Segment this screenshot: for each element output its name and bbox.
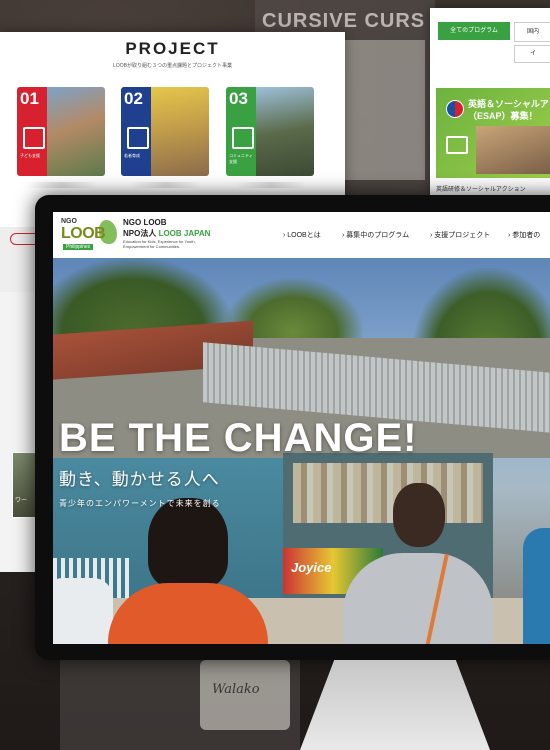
org-name-npo: NPO法人 LOOB JAPAN: [123, 228, 210, 239]
project-page-sidebar: [0, 292, 40, 572]
main-site-screen: NGO LOOB Philippines NGO LOOB NPO法人 LOOB…: [53, 212, 550, 644]
nav-participants[interactable]: › 参加者の: [508, 230, 540, 240]
esap-program-card[interactable]: 英語＆ソーシャルア （ESAP）募集！: [436, 88, 550, 178]
program-page-screenshot: 全てのプログラム 国内 イ 英語＆ソーシャルア （ESAP）募集！ 英語研修＆ソ…: [430, 8, 550, 198]
tab-domestic[interactable]: 国内: [514, 22, 550, 42]
hero-caption: 青少年のエンパワーメントで未来を創る: [59, 499, 221, 508]
hero-photo-shirt: [108, 583, 268, 644]
project-card-number: 03: [229, 89, 248, 108]
project-card-label: 子ども支援: [20, 153, 40, 158]
background-board-text: CURSIVE CURS: [262, 10, 426, 32]
hero-subheadline: 動き、動かせる人へ: [59, 470, 220, 489]
site-tagline: Education for Kids, Experience for Youth…: [123, 239, 196, 249]
logo-loob: LOOB: [61, 225, 106, 242]
esap-footer-text: 英語研修＆ソーシャルアクション: [436, 187, 526, 193]
logo-country: Philippines: [63, 244, 94, 250]
project-card-label: コミュニティ支援: [229, 153, 253, 164]
org-name-ngo: NGO LOOB: [123, 218, 167, 227]
tab-all-programs[interactable]: 全てのプログラム: [438, 22, 510, 40]
project-card-photo: [47, 87, 105, 176]
divider: [27, 182, 97, 188]
project-thumbnail-label: ワー: [15, 498, 28, 504]
project-card-02[interactable]: 02 若者育成: [121, 87, 209, 176]
project-page-lower: [0, 227, 42, 292]
nav-about[interactable]: › LOOBとは: [283, 230, 321, 240]
project-card-photo: [151, 87, 209, 176]
esap-title-line1: 英語＆ソーシャルア: [468, 99, 549, 109]
esap-title-line2: （ESAP）募集！: [468, 111, 538, 121]
philippines-flag-icon: [446, 100, 464, 118]
site-logo[interactable]: NGO LOOB Philippines: [61, 218, 117, 251]
project-card-label: 若者育成: [124, 153, 140, 158]
project-subtitle: LOOBが取り組む３つの重点課題とプロジェクト事業: [113, 63, 232, 69]
org-name-npo-prefix: NPO法人: [123, 229, 159, 238]
divider: [236, 182, 306, 188]
hero-headline: BE THE CHANGE!: [59, 416, 418, 460]
hero-photo-person: [343, 483, 493, 644]
project-card-01[interactable]: 01 子ども支援: [17, 87, 105, 176]
nav-projects[interactable]: › 支援プロジェクト: [430, 230, 490, 240]
tab-other[interactable]: イ: [514, 45, 550, 63]
background-whiteboard: [335, 40, 425, 180]
hero-photo-car: [53, 578, 113, 644]
project-card-badge: 03 コミュニティ支援: [226, 87, 256, 176]
site-header: NGO LOOB Philippines NGO LOOB NPO法人 LOOB…: [53, 212, 550, 258]
hero-photo-hair: [148, 498, 228, 588]
handshake-icon: [446, 136, 468, 154]
project-card-number: 01: [20, 89, 39, 108]
esap-title: 英語＆ソーシャルア （ESAP）募集！: [468, 98, 549, 122]
project-title: PROJECT: [125, 39, 220, 58]
project-card-badge: 02 若者育成: [121, 87, 151, 176]
hero-photo-head: [393, 483, 445, 547]
hero-section: Joyice BE THE CHANGE! 動き、動かせる人へ 青少年のエンパワ…: [53, 258, 550, 644]
community-icon: [232, 127, 254, 149]
logo-ngo: NGO: [61, 218, 77, 225]
project-card-number: 02: [124, 89, 143, 108]
project-card-badge: 01 子ども支援: [17, 87, 47, 176]
org-name-npo-japan: LOOB JAPAN: [158, 229, 211, 238]
hero-photo-person: [523, 528, 550, 644]
kids-icon: [23, 127, 45, 149]
background-sign-text: Walako: [212, 682, 260, 697]
esap-photo: [476, 126, 550, 174]
project-card-photo: [256, 87, 314, 176]
hero-photo-person: [108, 498, 268, 644]
hero-photo-shirt: [343, 553, 493, 644]
handshake-icon: [127, 127, 149, 149]
divider: [131, 182, 201, 188]
nav-programs[interactable]: › 募集中のプログラム: [342, 230, 409, 240]
background-sign: Walako: [200, 660, 290, 730]
project-card-03[interactable]: 03 コミュニティ支援: [226, 87, 314, 176]
